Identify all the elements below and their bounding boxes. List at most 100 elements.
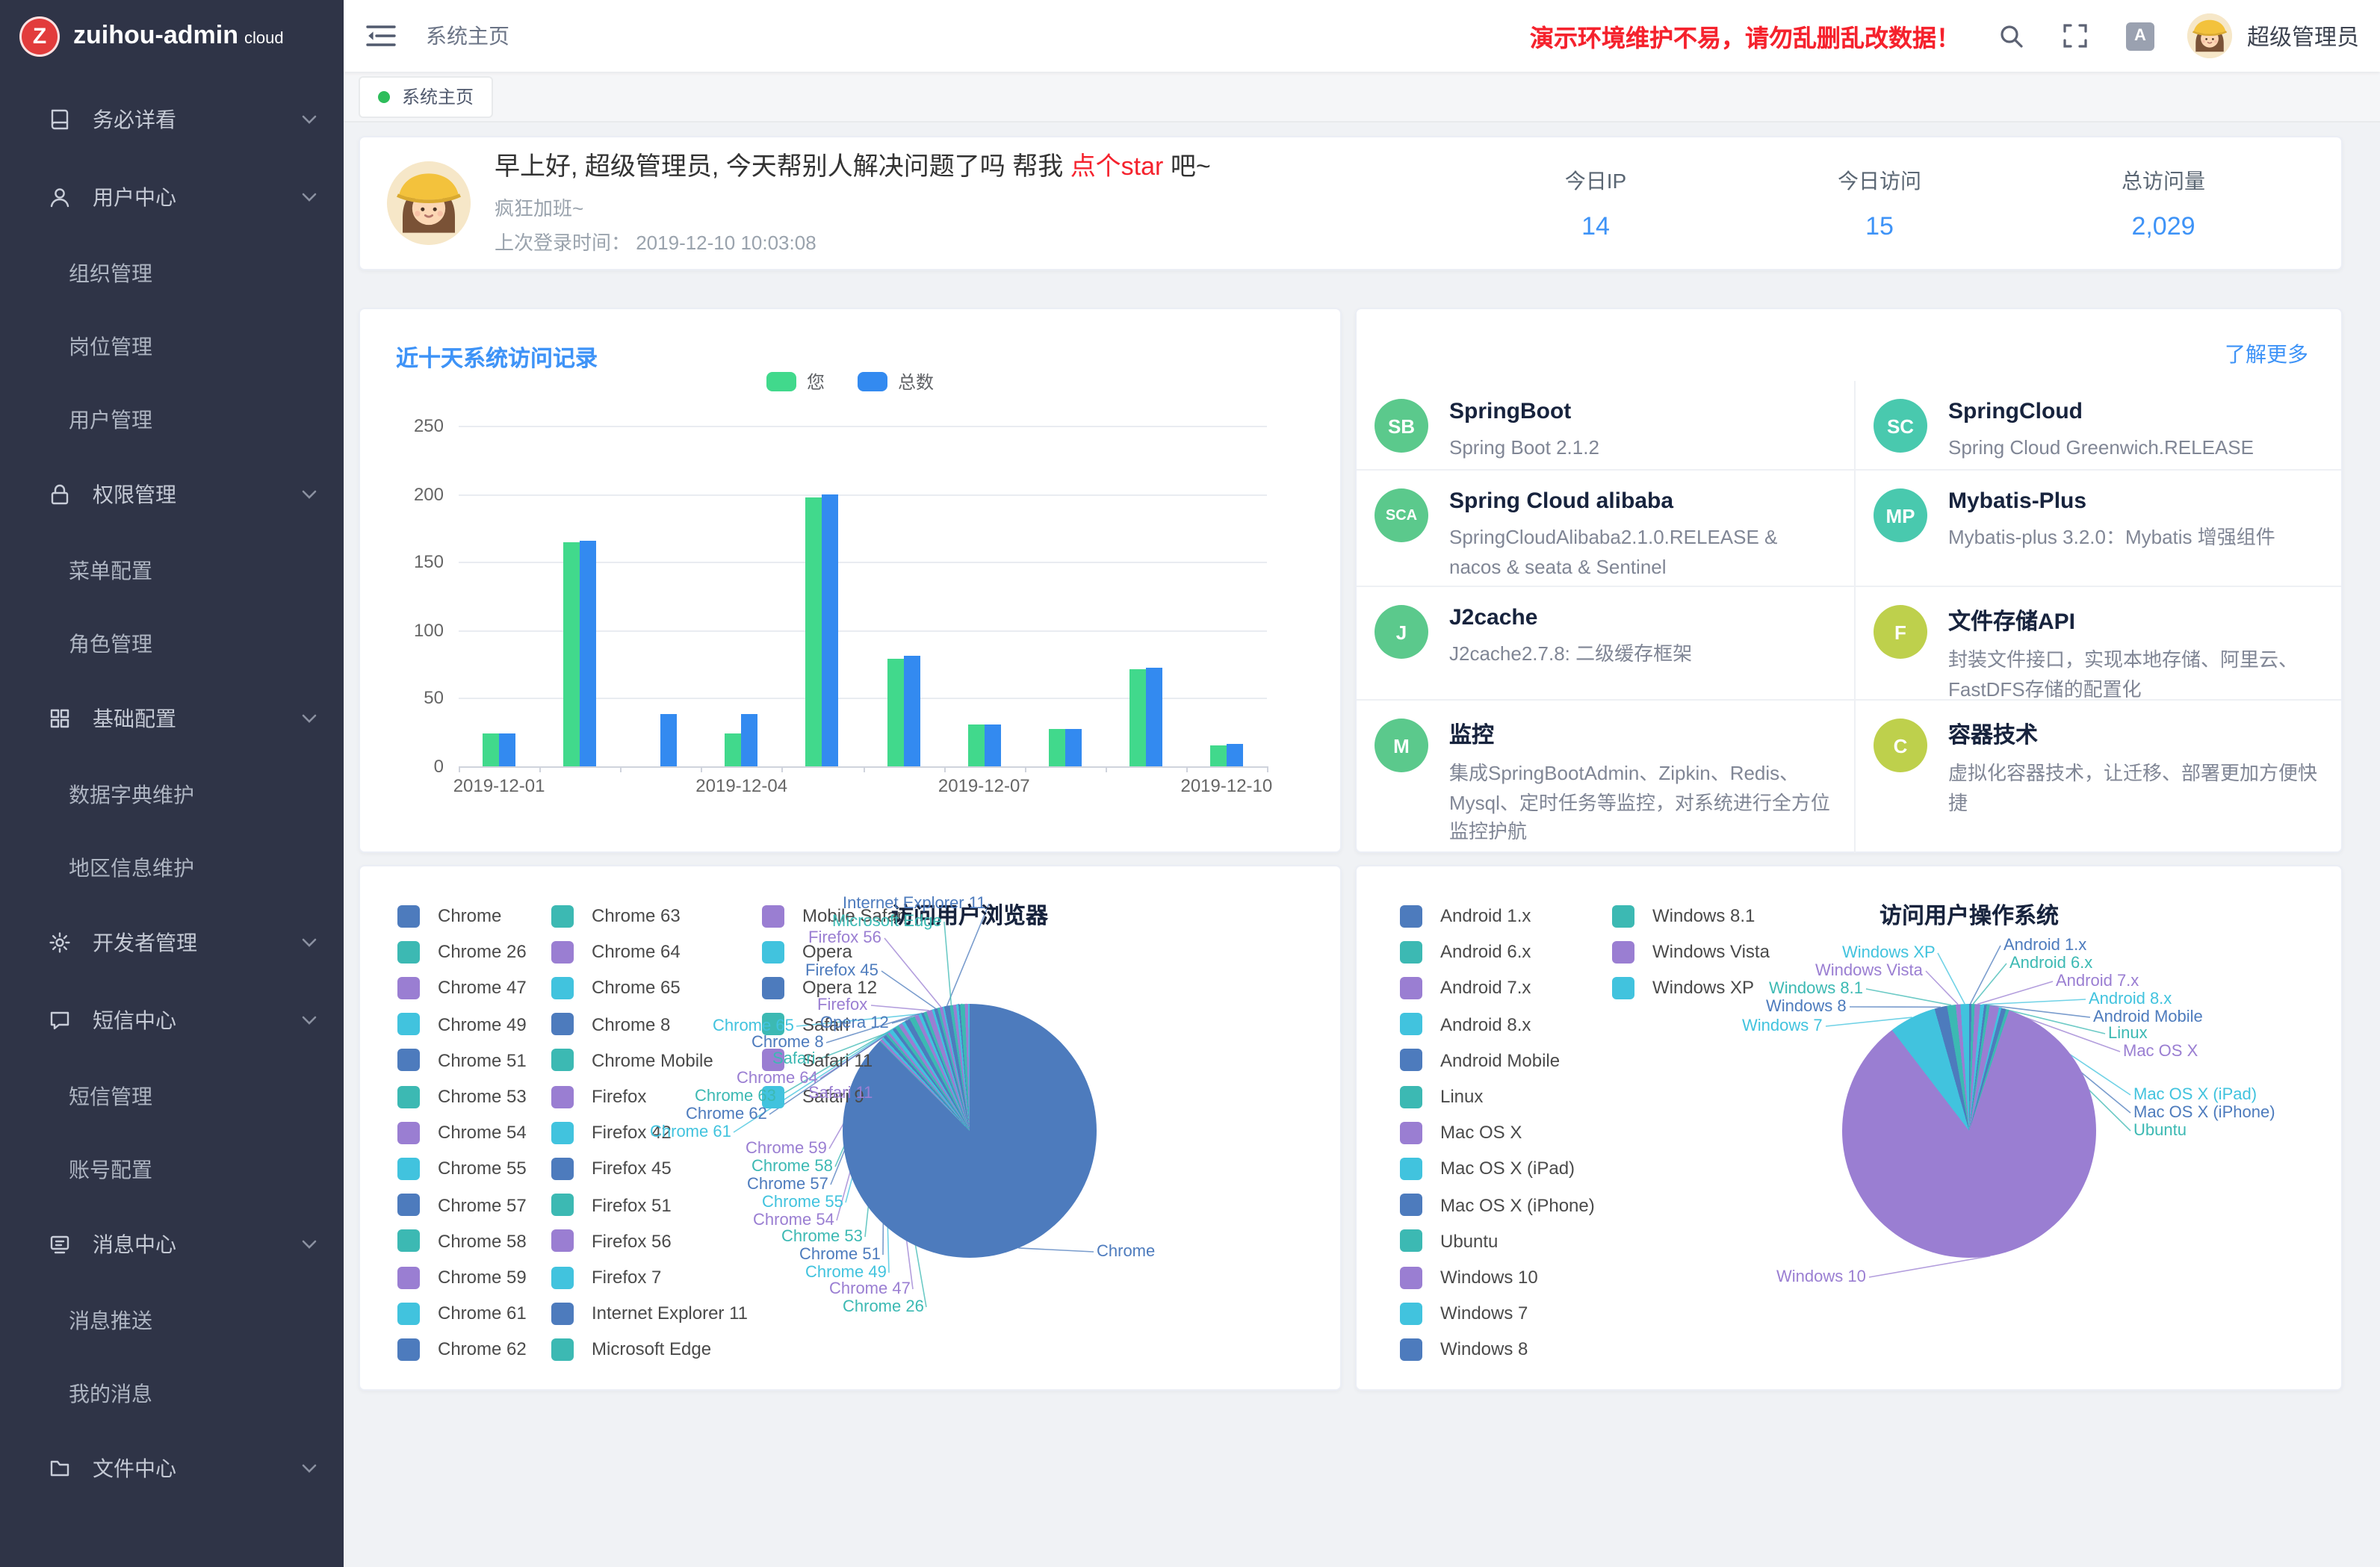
- legend-item[interactable]: Chrome 47: [397, 976, 527, 1000]
- x-axis-tick: [620, 766, 622, 772]
- pie-callout-label: Internet Explorer 11: [843, 895, 986, 913]
- sidebar-subitem[interactable]: 短信管理: [0, 1059, 344, 1132]
- sidebar-subitem[interactable]: 菜单配置: [0, 533, 344, 606]
- legend-item[interactable]: Firefox: [551, 1085, 646, 1108]
- sidebar-subitem[interactable]: 用户管理: [0, 382, 344, 456]
- legend-item[interactable]: Android 1.x: [1400, 904, 1531, 928]
- tech-item: SCASpring Cloud alibabaSpringCloudAlibab…: [1357, 471, 1854, 587]
- legend-item[interactable]: Mac OS X (iPad): [1400, 1157, 1575, 1181]
- sidebar-item[interactable]: 短信中心: [0, 981, 344, 1059]
- legend-item[interactable]: Mac OS X: [1400, 1120, 1522, 1144]
- collapse-menu-icon[interactable]: [366, 24, 396, 48]
- tech-item-desc: Spring Cloud Greenwich.RELEASE: [1948, 433, 2254, 462]
- legend-item[interactable]: Android Mobile: [1400, 1049, 1560, 1073]
- pie-callout-label: Mac OS X: [2123, 1043, 2198, 1061]
- legend-item[interactable]: Windows 7: [1400, 1301, 1528, 1325]
- pie-callout-label: Chrome 63: [695, 1087, 776, 1105]
- legend-item[interactable]: Linux: [1400, 1085, 1483, 1108]
- sidebar-item[interactable]: 文件中心: [0, 1430, 344, 1507]
- legend-swatch: [397, 904, 420, 927]
- star-link[interactable]: 点个star: [1070, 153, 1164, 181]
- breadcrumb[interactable]: 系统主页: [426, 21, 509, 51]
- legend-item[interactable]: Chrome 57: [397, 1193, 527, 1217]
- tab-home[interactable]: 系统主页: [359, 75, 493, 117]
- legend-item[interactable]: Chrome 49: [397, 1012, 527, 1036]
- x-axis-tick: [863, 766, 864, 772]
- username[interactable]: 超级管理员: [2247, 20, 2359, 52]
- legend-swatch: [551, 1230, 574, 1253]
- legend-item[interactable]: Windows Vista: [1612, 940, 1770, 964]
- pie-callout-label: Chrome 47: [829, 1280, 911, 1298]
- legend-swatch: [1400, 940, 1422, 963]
- pie-callout-label: Android Mobile: [2093, 1008, 2203, 1026]
- legend-item[interactable]: Android 7.x: [1400, 976, 1531, 1000]
- sidebar-item[interactable]: 权限管理: [0, 456, 344, 533]
- sidebar-subitem[interactable]: 组织管理: [0, 236, 344, 309]
- legend-item[interactable]: Chrome 54: [397, 1120, 527, 1144]
- legend-item[interactable]: Firefox 7: [551, 1265, 661, 1289]
- chevron-down-icon: [302, 938, 317, 947]
- legend-item[interactable]: Chrome 63: [551, 904, 681, 928]
- stat-label: 总访问量: [2021, 165, 2305, 195]
- legend-item[interactable]: Firefox 45: [551, 1157, 672, 1181]
- tech-badge-icon: C: [1874, 719, 1927, 772]
- legend-item[interactable]: Chrome 53: [397, 1085, 527, 1108]
- legend-item[interactable]: Mac OS X (iPhone): [1400, 1193, 1595, 1217]
- legend-item[interactable]: Chrome 61: [397, 1301, 527, 1325]
- sidebar-item[interactable]: 基础配置: [0, 680, 344, 757]
- legend-label: Chrome 55: [438, 1158, 527, 1179]
- legend-item[interactable]: Chrome 58: [397, 1229, 527, 1253]
- tech-item: C容器技术虚拟化容器技术，让迁移、部署更加方便快捷: [1854, 701, 2341, 852]
- sidebar-item[interactable]: 开发者管理: [0, 904, 344, 981]
- legend-item[interactable]: Chrome 26: [397, 940, 527, 964]
- legend-item[interactable]: Chrome 8: [551, 1012, 670, 1036]
- pie-callout-label: Android 8.x: [2089, 990, 2172, 1008]
- legend-item[interactable]: Windows 8: [1400, 1338, 1528, 1362]
- font-size-icon[interactable]: A: [2126, 22, 2154, 50]
- sidebar-item[interactable]: 消息中心: [0, 1205, 344, 1283]
- sidebar-subitem[interactable]: 角色管理: [0, 606, 344, 680]
- legend-item[interactable]: Internet Explorer 11: [551, 1301, 748, 1325]
- sidebar-subitem[interactable]: 数据字典维护: [0, 757, 344, 831]
- legend-label: Chrome 63: [592, 905, 681, 926]
- legend-item[interactable]: Microsoft Edge: [551, 1338, 711, 1362]
- legend-item[interactable]: Windows 10: [1400, 1265, 1538, 1289]
- legend-item[interactable]: Android 6.x: [1400, 940, 1531, 964]
- legend-item[interactable]: Firefox 56: [551, 1229, 672, 1253]
- app-logo[interactable]: Z zuihou-admincloud: [0, 0, 344, 72]
- legend-item[interactable]: Chrome 55: [397, 1157, 527, 1181]
- legend-label: Microsoft Edge: [592, 1339, 711, 1360]
- legend-item[interactable]: Chrome Mobile: [551, 1049, 713, 1073]
- legend-item[interactable]: Android 8.x: [1400, 1012, 1531, 1036]
- legend-item[interactable]: Chrome 51: [397, 1049, 527, 1073]
- pie-callout-label: Chrome 58: [752, 1158, 833, 1176]
- legend-item[interactable]: Chrome 59: [397, 1265, 527, 1289]
- legend-item[interactable]: Chrome 64: [551, 940, 681, 964]
- search-icon[interactable]: [1998, 22, 2024, 49]
- sidebar-subitem[interactable]: 地区信息维护: [0, 831, 344, 904]
- sidebar-item[interactable]: 务必详看: [0, 81, 344, 158]
- sidebar-item[interactable]: 用户中心: [0, 158, 344, 236]
- user-avatar[interactable]: [2187, 13, 2232, 58]
- bar-您: [563, 543, 580, 766]
- legend-item[interactable]: Firefox 51: [551, 1193, 672, 1217]
- legend-label: Chrome 59: [438, 1267, 527, 1288]
- os-pie: [1842, 1004, 2096, 1258]
- legend-item[interactable]: Ubuntu: [1400, 1229, 1498, 1253]
- sidebar-subitem[interactable]: 岗位管理: [0, 309, 344, 382]
- fullscreen-icon[interactable]: [2062, 22, 2089, 49]
- sidebar-subitem[interactable]: 消息推送: [0, 1283, 344, 1356]
- learn-more-link[interactable]: 了解更多: [2225, 339, 2308, 369]
- book-icon: [48, 108, 72, 131]
- chevron-down-icon: [302, 193, 317, 202]
- legend-item[interactable]: Chrome: [397, 904, 501, 928]
- sidebar-subitem[interactable]: 账号配置: [0, 1132, 344, 1205]
- legend-item[interactable]: Chrome 62: [397, 1338, 527, 1362]
- sidebar-subitem[interactable]: 我的消息: [0, 1356, 344, 1430]
- bar-总数: [822, 494, 839, 766]
- pie-callout-label: Windows Vista: [1815, 962, 1923, 980]
- legend-swatch: [551, 977, 574, 999]
- legend-item[interactable]: Chrome 65: [551, 976, 681, 1000]
- legend-label: Opera 12: [802, 978, 877, 999]
- legend-item[interactable]: Windows XP: [1612, 976, 1754, 1000]
